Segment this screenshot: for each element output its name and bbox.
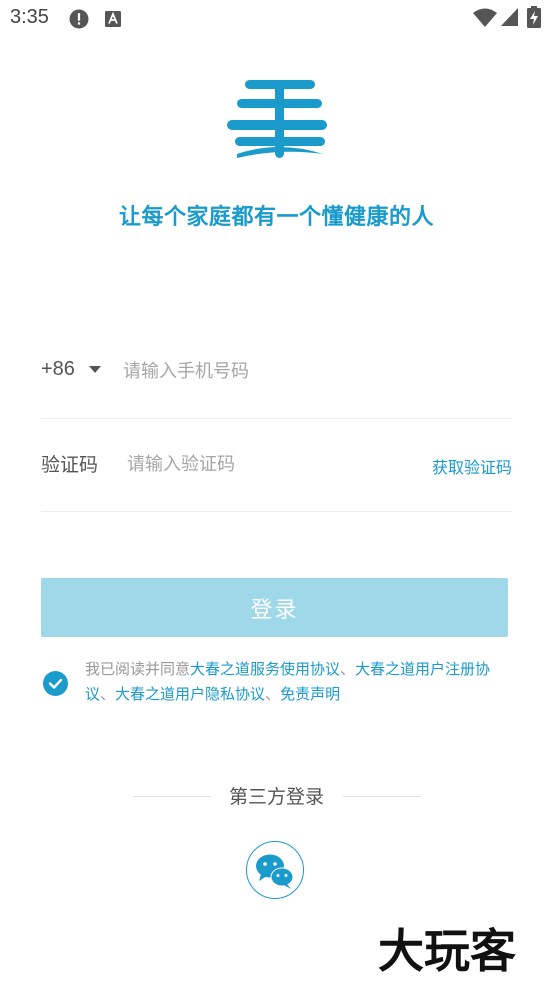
brand-slogan: 让每个家庭都有一个懂健康的人 (118, 205, 434, 230)
verification-code-input[interactable] (127, 449, 407, 479)
checkmark-icon (48, 678, 63, 689)
wifi-icon (473, 8, 497, 27)
text-notification-icon (105, 11, 121, 27)
signal-icon (501, 8, 518, 26)
agreement-checkbox[interactable] (43, 671, 68, 696)
phone-number-input[interactable] (123, 356, 503, 386)
agreement-link-service[interactable]: 大春之道服务使用协议 (190, 660, 340, 678)
status-bar: 3:35 (0, 0, 553, 38)
verification-code-label: 验证码 (41, 454, 99, 476)
agreement-separator: 、 (100, 685, 116, 703)
wechat-login-button[interactable] (246, 841, 304, 899)
login-button[interactable]: 登录 (41, 578, 508, 637)
status-time: 3:35 (10, 6, 49, 28)
agreement-link-disclaimer[interactable]: 免责声明 (280, 685, 340, 703)
battery-charging-icon (527, 6, 541, 28)
agreement-separator: 、 (265, 685, 281, 703)
phone-row: +86 (41, 340, 512, 419)
alert-notification-icon (69, 9, 89, 29)
agreement-link-privacy[interactable]: 大春之道用户隐私协议 (115, 685, 265, 703)
wechat-icon (256, 854, 294, 889)
verification-code-row: 验证码 获取验证码 (41, 433, 512, 512)
country-code-selector[interactable]: +86 (41, 358, 75, 381)
agreement-separator: 、 (340, 660, 356, 678)
watermark-text: 大玩客 (378, 924, 516, 978)
caret-down-icon[interactable] (89, 366, 101, 373)
get-code-button[interactable]: 获取验证码 (432, 454, 512, 478)
third-party-login-title: 第三方登录 (228, 786, 324, 808)
brand-logo-icon (227, 80, 327, 158)
agreement-text: 我已阅读并同意大春之道服务使用协议、大春之道用户注册协议、大春之道用户隐私协议、… (85, 657, 515, 707)
divider-right (343, 796, 421, 797)
agreement-prefix: 我已阅读并同意 (85, 660, 191, 678)
